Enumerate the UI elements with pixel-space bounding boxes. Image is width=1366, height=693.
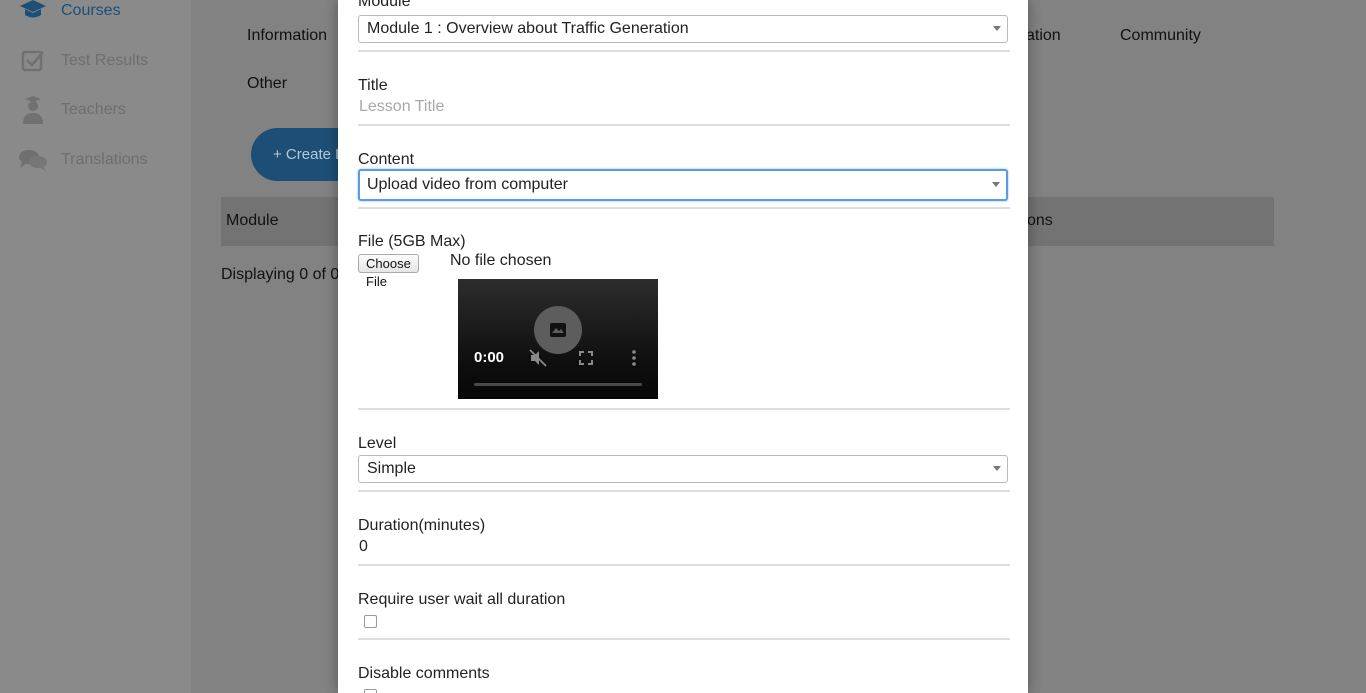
video-progress-bar[interactable] xyxy=(474,383,642,386)
title-input[interactable]: Lesson Title xyxy=(359,98,444,116)
title-label: Title xyxy=(358,77,388,94)
column-header-module: Module xyxy=(226,212,279,229)
chevron-down-icon xyxy=(993,466,1001,471)
divider xyxy=(358,50,1010,52)
divider xyxy=(358,564,1010,566)
chat-bubbles-icon xyxy=(18,147,48,173)
divider xyxy=(358,638,1010,640)
tab-information[interactable]: Information xyxy=(247,27,327,45)
sidebar-item-courses[interactable]: Courses xyxy=(18,0,121,24)
sidebar-item-label: Courses xyxy=(61,2,121,19)
content-select-value: Upload video from computer xyxy=(367,176,568,193)
sidebar-item-label: Translations xyxy=(61,151,148,168)
file-status: No file chosen xyxy=(450,252,552,269)
sidebar: Courses Test Results Teachers Translatio… xyxy=(0,0,191,693)
mute-icon[interactable] xyxy=(529,349,547,372)
sidebar-item-teachers[interactable]: Teachers xyxy=(18,96,126,124)
require-wait-label: Require user wait all duration xyxy=(358,591,566,608)
sidebar-item-translations[interactable]: Translations xyxy=(18,147,148,173)
module-label: Module xyxy=(358,0,411,10)
broken-media-icon[interactable] xyxy=(534,306,582,354)
module-select[interactable]: Module 1 : Overview about Traffic Genera… xyxy=(358,15,1008,43)
module-select-value: Module 1 : Overview about Traffic Genera… xyxy=(367,20,689,37)
file-label: File (5GB Max) xyxy=(358,233,466,250)
video-player[interactable]: 0:00 xyxy=(458,279,658,399)
tab-community[interactable]: Community xyxy=(1120,27,1201,45)
sidebar-item-label: Test Results xyxy=(61,52,149,69)
duration-label: Duration(minutes) xyxy=(358,517,486,534)
sidebar-item-label: Teachers xyxy=(61,101,126,118)
teacher-icon xyxy=(18,96,48,124)
lesson-modal: Module Module 1 : Overview about Traffic… xyxy=(338,0,1028,693)
content-label: Content xyxy=(358,151,415,168)
video-time: 0:00 xyxy=(474,349,505,366)
require-wait-checkbox[interactable] xyxy=(364,615,377,628)
level-label: Level xyxy=(358,435,397,452)
divider xyxy=(358,408,1010,410)
column-header-actions: ons xyxy=(1027,212,1053,229)
graduation-cap-icon xyxy=(18,0,48,24)
divider xyxy=(358,207,1010,209)
content-select[interactable]: Upload video from computer xyxy=(358,169,1008,201)
duration-input[interactable]: 0 xyxy=(359,538,368,556)
level-select-value: Simple xyxy=(367,460,416,477)
level-select[interactable]: Simple xyxy=(358,455,1008,483)
divider xyxy=(358,490,1010,492)
more-options-icon[interactable] xyxy=(631,350,637,371)
choose-file-button[interactable]: Choose File xyxy=(358,254,419,289)
sidebar-item-test-results[interactable]: Test Results xyxy=(18,48,148,74)
chevron-down-icon xyxy=(992,182,1000,187)
fullscreen-icon[interactable] xyxy=(579,351,593,370)
chevron-down-icon xyxy=(993,26,1001,31)
disable-comments-checkbox[interactable] xyxy=(364,689,377,693)
pagination-summary: Displaying 0 of 0 xyxy=(221,266,340,283)
checkbox-icon xyxy=(18,48,48,74)
tab-other[interactable]: Other xyxy=(247,75,287,93)
tab-partial[interactable]: ation xyxy=(1026,27,1061,45)
disable-comments-label: Disable comments xyxy=(358,665,490,682)
divider xyxy=(358,124,1010,126)
